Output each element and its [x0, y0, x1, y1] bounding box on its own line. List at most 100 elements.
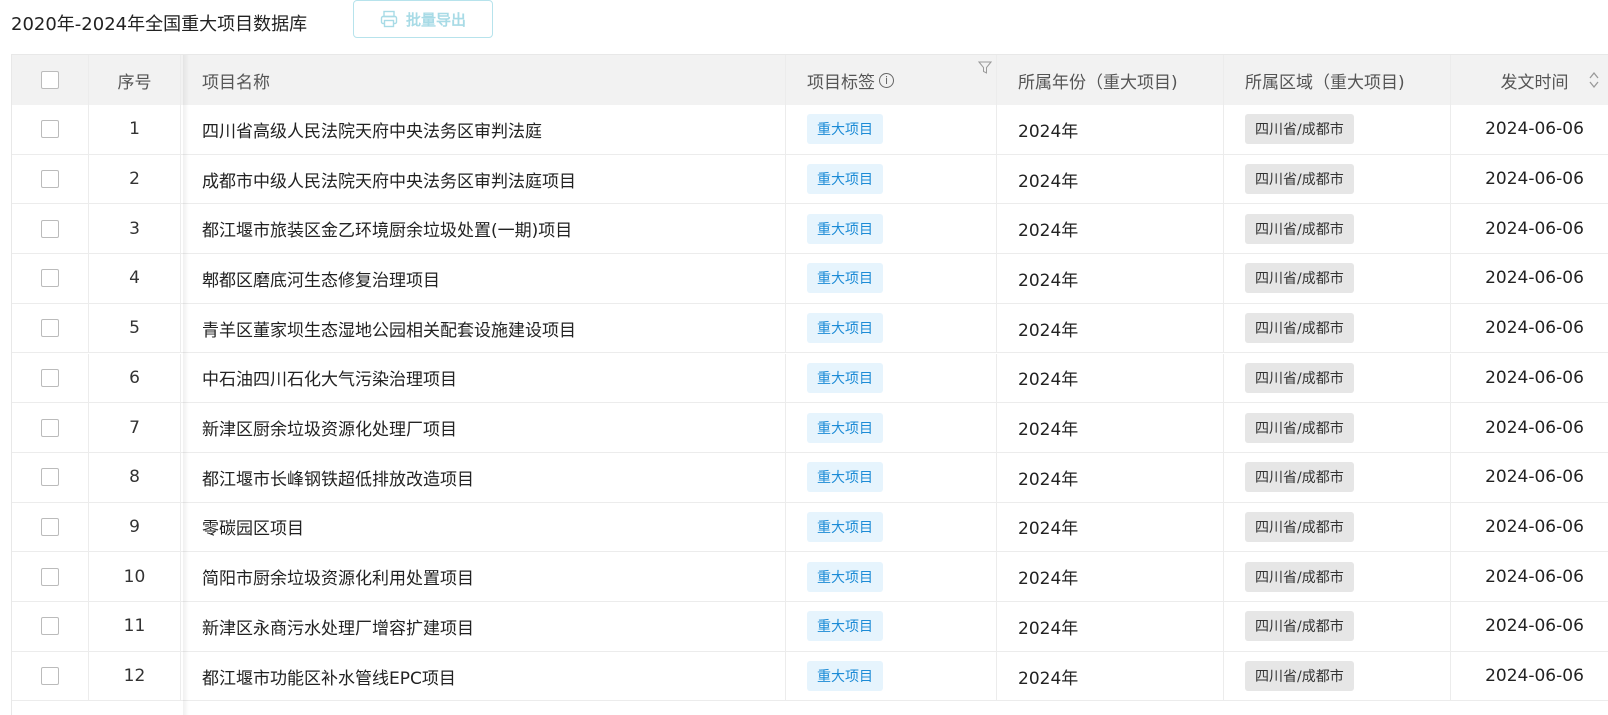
region-badge: 四川省/成都市 [1245, 313, 1354, 344]
row-index: 11 [89, 602, 181, 651]
row-project-name[interactable]: 都江堰市旅装区金乙环境厨余垃圾处置(一期)项目 [181, 204, 786, 254]
row-index: 9 [89, 502, 181, 552]
row-project-name[interactable]: 中石油四川石化大气污染治理项目 [181, 353, 786, 403]
header-index[interactable]: 序号 [89, 55, 181, 105]
row-tag-cell: 重大项目 [786, 254, 997, 303]
row-date: 2024-06-06 [1451, 105, 1608, 154]
row-project-name[interactable]: 青羊区董家坝生态湿地公园相关配套设施建设项目 [181, 303, 786, 353]
table-row[interactable]: 8 都江堰市长峰钢铁超低排放改造项目 重大项目 2024年 四川省/成都市 2024-06… [12, 452, 1608, 503]
row-checkbox[interactable] [41, 418, 59, 437]
row-check-cell [12, 651, 89, 701]
header-date[interactable]: 发文时间 [1451, 55, 1608, 105]
region-badge: 四川省/成都市 [1245, 114, 1354, 145]
row-check-cell [12, 403, 89, 452]
row-date: 2024-06-06 [1451, 155, 1608, 204]
row-index: 3 [89, 204, 181, 254]
row-tag-cell: 重大项目 [786, 303, 997, 353]
row-checkbox[interactable] [41, 368, 59, 387]
header-year[interactable]: 所属年份（重大项目) [997, 55, 1224, 105]
table-row[interactable]: 7 新津区厨余垃圾资源化处理厂项目 重大项目 2024年 四川省/成都市 2024-06-… [12, 403, 1608, 453]
table-row[interactable]: 10 简阳市厨余垃圾资源化利用处置项目 重大项目 2024年 四川省/成都市 2024-0… [12, 552, 1608, 602]
row-checkbox[interactable] [41, 617, 59, 636]
row-checkbox[interactable] [41, 120, 59, 139]
table-row[interactable]: 5 青羊区董家坝生态湿地公园相关配套设施建设项目 重大项目 2024年 四川省/成都市 2… [12, 303, 1608, 354]
row-date: 2024-06-06 [1451, 552, 1608, 601]
header-date-label: 发文时间 [1500, 72, 1569, 93]
row-checkbox[interactable] [41, 269, 59, 288]
row-tag-cell: 重大项目 [786, 452, 997, 502]
row-checkbox[interactable] [41, 667, 59, 686]
row-project-name[interactable]: 新津区厨余垃圾资源化处理厂项目 [181, 403, 786, 452]
table-row[interactable]: 4 郫都区磨底河生态修复治理项目 重大项目 2024年 四川省/成都市 2024-06-0… [12, 254, 1608, 304]
row-check-cell [12, 353, 89, 403]
row-region-cell: 四川省/成都市 [1224, 502, 1451, 552]
region-badge: 四川省/成都市 [1245, 561, 1354, 592]
row-check-cell [12, 552, 89, 601]
row-project-name[interactable]: 零碳园区项目 [181, 502, 786, 552]
row-checkbox[interactable] [41, 319, 59, 338]
region-badge: 四川省/成都市 [1245, 611, 1354, 642]
row-checkbox[interactable] [41, 517, 59, 536]
row-year: 2024年 [997, 502, 1224, 552]
project-tag-badge: 重大项目 [807, 114, 883, 145]
row-tag-cell: 重大项目 [786, 353, 997, 403]
row-year: 2024年 [997, 204, 1224, 254]
row-tag-cell: 重大项目 [786, 204, 997, 254]
row-check-cell [12, 204, 89, 254]
row-tag-cell: 重大项目 [786, 105, 997, 154]
table-row[interactable]: 3 都江堰市旅装区金乙环境厨余垃圾处置(一期)项目 重大项目 2024年 四川省/成都市… [12, 204, 1608, 255]
row-region-cell: 四川省/成都市 [1224, 204, 1451, 254]
project-tag-badge: 重大项目 [807, 661, 883, 692]
table-row[interactable]: 1 四川省高级人民法院天府中央法务区审判法庭 重大项目 2024年 四川省/成都市 202… [12, 105, 1608, 155]
row-index: 2 [89, 154, 181, 204]
batch-export-button[interactable]: 批量导出 [353, 0, 493, 38]
row-project-name[interactable]: 都江堰市功能区补水管线EPC项目 [181, 651, 786, 701]
info-circle-icon[interactable]: i [879, 72, 894, 88]
row-check-cell [12, 254, 89, 303]
project-tag-badge: 重大项目 [807, 362, 883, 393]
filter-icon[interactable] [978, 61, 992, 75]
project-tag-badge: 重大项目 [807, 462, 883, 493]
table-header: 序号 项目名称 项目标签 i 所属年份（重大项目) 所属区域（重大项目) 发文时… [12, 55, 1608, 105]
toolbar: 2020年-2024年全国重大项目数据库 批量导出 [0, 0, 1608, 40]
row-tag-cell: 重大项目 [786, 403, 997, 452]
table-row[interactable]: 11 新津区永商污水处理厂增容扩建项目 重大项目 2024年 四川省/成都市 2024-0… [12, 602, 1608, 652]
header-name[interactable]: 项目名称 [181, 55, 786, 105]
header-tag[interactable]: 项目标签 i [786, 55, 997, 105]
row-year: 2024年 [997, 303, 1224, 353]
row-checkbox[interactable] [41, 170, 59, 189]
row-tag-cell: 重大项目 [786, 602, 997, 651]
project-tag-badge: 重大项目 [807, 263, 883, 294]
row-checkbox[interactable] [41, 468, 59, 487]
row-checkbox[interactable] [41, 219, 59, 238]
row-project-name[interactable]: 新津区永商污水处理厂增容扩建项目 [181, 602, 786, 651]
table-row[interactable]: 2 成都市中级人民法院天府中央法务区审判法庭项目 重大项目 2024年 四川省/成都市 2… [12, 154, 1608, 205]
table-row[interactable]: 6 中石油四川石化大气污染治理项目 重大项目 2024年 四川省/成都市 2024-06-… [12, 353, 1608, 404]
row-date: 2024-06-06 [1451, 403, 1608, 452]
row-region-cell: 四川省/成都市 [1224, 452, 1451, 502]
table-row[interactable]: 12 都江堰市功能区补水管线EPC项目 重大项目 2024年 四川省/成都市 2024-0… [12, 651, 1608, 702]
page-title: 2020年-2024年全国重大项目数据库 [11, 14, 308, 35]
project-tag-badge: 重大项目 [807, 561, 883, 592]
row-region-cell: 四川省/成都市 [1224, 154, 1451, 204]
row-year: 2024年 [997, 602, 1224, 651]
header-region[interactable]: 所属区域（重大项目) [1224, 55, 1451, 105]
row-check-cell [12, 105, 89, 154]
row-year: 2024年 [997, 353, 1224, 403]
row-date: 2024-06-06 [1451, 354, 1608, 403]
sort-icon[interactable] [1588, 71, 1600, 89]
row-project-name[interactable]: 简阳市厨余垃圾资源化利用处置项目 [181, 552, 786, 601]
row-project-name[interactable]: 都江堰市长峰钢铁超低排放改造项目 [181, 452, 786, 502]
row-date: 2024-06-06 [1451, 304, 1608, 353]
select-all-checkbox[interactable] [41, 71, 59, 89]
row-region-cell: 四川省/成都市 [1224, 602, 1451, 651]
row-project-name[interactable]: 郫都区磨底河生态修复治理项目 [181, 254, 786, 303]
row-region-cell: 四川省/成都市 [1224, 303, 1451, 353]
region-badge: 四川省/成都市 [1245, 263, 1354, 294]
row-project-name[interactable]: 成都市中级人民法院天府中央法务区审判法庭项目 [181, 154, 786, 204]
row-index: 1 [89, 105, 181, 154]
row-checkbox[interactable] [41, 567, 59, 586]
table-row[interactable]: 9 零碳园区项目 重大项目 2024年 四川省/成都市 2024-06-06 [12, 502, 1608, 553]
row-date: 2024-06-06 [1451, 503, 1608, 552]
row-project-name[interactable]: 四川省高级人民法院天府中央法务区审判法庭 [181, 105, 786, 154]
